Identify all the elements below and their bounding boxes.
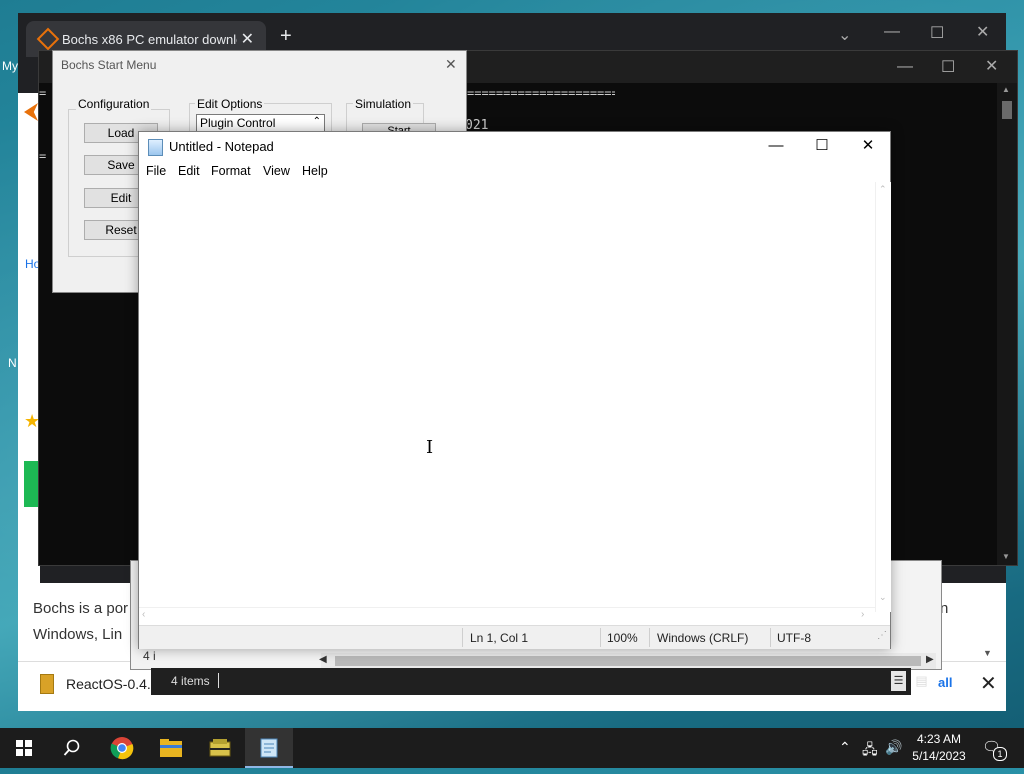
vscroll-up-icon[interactable]: ⌃	[879, 184, 887, 195]
explorer-items-count: 4 items	[171, 674, 210, 688]
notepad-window: Untitled - Notepad — ☐ ✕ File Edit Forma…	[138, 131, 891, 649]
hscroll-thumb[interactable]	[335, 656, 921, 666]
status-separator	[770, 628, 771, 647]
clock-time: 4:23 AM	[916, 732, 962, 746]
status-separator	[462, 628, 463, 647]
browser-maximize-button[interactable]: ☐	[930, 23, 944, 43]
page-paragraph-line2: Windows, Lin	[33, 626, 123, 643]
hscroll-left-icon[interactable]: ◀	[319, 654, 327, 665]
explorer-left-fragment: 4 i	[143, 649, 156, 663]
resize-grip-icon[interactable]: ⋰	[877, 630, 887, 641]
explorer-statusbar: 4 items ☰ ▤	[151, 668, 928, 695]
notification-badge: 1	[993, 747, 1007, 761]
menu-edit[interactable]: Edit	[178, 164, 200, 178]
vscroll-down-icon[interactable]: ⌄	[879, 592, 887, 603]
browser-minimize-icon[interactable]: ⌄	[838, 25, 851, 45]
console-sep-left-1: =	[39, 86, 47, 100]
menu-view[interactable]: View	[263, 164, 290, 178]
notepad-text-area[interactable]	[139, 182, 875, 614]
menu-help[interactable]: Help	[302, 164, 328, 178]
menu-format[interactable]: Format	[211, 164, 251, 178]
notepad-title: Untitled - Notepad	[169, 139, 274, 154]
bochs-title: Bochs Start Menu	[61, 58, 157, 72]
configuration-label: Configuration	[76, 97, 152, 111]
taskbar-clock[interactable]: 4:23 AM 5/14/2023	[905, 731, 973, 765]
notepad-hscroll-left-icon[interactable]: ‹	[142, 609, 145, 620]
tab-title: Bochs x86 PC emulator download	[62, 32, 237, 47]
text-cursor	[218, 673, 219, 688]
console-minimize-button[interactable]: —	[897, 58, 913, 76]
windows-start-icon[interactable]	[0, 728, 48, 768]
notepad-statusbar: Ln 1, Col 1 100% Windows (CRLF) UTF-8 ⋰	[139, 625, 890, 649]
listbox-scroll-up-icon[interactable]: ⌃	[313, 116, 321, 127]
file-explorer-icon[interactable]	[147, 728, 195, 768]
details-view-icon[interactable]: ☰	[891, 671, 906, 691]
show-all-link[interactable]: all	[938, 675, 952, 690]
console-scrollbar[interactable]: ▲ ▼	[997, 83, 1017, 565]
menu-file[interactable]: File	[146, 164, 166, 178]
page-left-strip	[18, 93, 40, 583]
notepad-hscrollbar[interactable]: ‹ ›	[139, 607, 875, 624]
simulation-label: Simulation	[353, 97, 414, 111]
status-separator	[649, 628, 650, 647]
console-scroll-down-icon[interactable]: ▼	[1002, 552, 1010, 561]
clock-date: 5/14/2023	[912, 749, 966, 763]
notepad-close-button[interactable]: ✕	[845, 136, 891, 154]
search-icon[interactable]	[48, 728, 96, 768]
download-green-button[interactable]	[24, 461, 38, 507]
download-bar-close-icon[interactable]: ✕	[980, 671, 997, 696]
status-line-ending: Windows (CRLF)	[657, 631, 749, 645]
network-icon[interactable]: 🖧	[862, 739, 878, 763]
console-maximize-button[interactable]: ☐	[941, 57, 955, 77]
bochs-close-icon[interactable]: ✕	[445, 56, 457, 73]
status-position: Ln 1, Col 1	[470, 631, 529, 645]
notepad-icon	[148, 139, 163, 156]
taskbar: ⌃ 🖧 🔊 4:23 AM 5/14/2023 🗨 1	[0, 728, 1024, 768]
hscroll-right-icon[interactable]: ▶	[926, 654, 934, 665]
page-paragraph-line1: Bochs is a por	[33, 600, 129, 617]
notepad-hscroll-right-icon[interactable]: ›	[861, 609, 864, 620]
zip-file-icon	[40, 674, 54, 694]
console-scroll-up-icon[interactable]: ▲	[1002, 85, 1010, 94]
console-close-button[interactable]: ✕	[985, 56, 998, 76]
bochs-favicon-icon	[36, 27, 60, 51]
tiles-view-icon[interactable]: ▤	[914, 671, 929, 691]
notepad-minimize-button[interactable]: —	[753, 137, 799, 154]
desktop-icon-label-2[interactable]: N	[8, 356, 17, 370]
tab-close-icon[interactable]: ✕	[241, 29, 254, 49]
edit-options-label: Edit Options	[195, 97, 265, 111]
volume-icon[interactable]: 🔊	[885, 739, 902, 756]
console-scroll-thumb[interactable]	[1002, 101, 1012, 119]
status-separator	[600, 628, 601, 647]
status-encoding: UTF-8	[777, 631, 811, 645]
listbox-selected-item[interactable]: Plugin Control	[200, 116, 275, 130]
new-tab-button[interactable]: +	[280, 25, 292, 48]
console-sep-left-2: =	[39, 149, 47, 163]
explorer-hscrollbar[interactable]: ◀ ▶	[319, 653, 936, 669]
browser-min-button[interactable]: —	[884, 23, 900, 41]
status-zoom: 100%	[607, 631, 638, 645]
show-hidden-icons-icon[interactable]: ⌃	[839, 739, 851, 756]
ibeam-cursor-icon: I	[426, 437, 434, 458]
browser-close-button[interactable]: ✕	[976, 22, 989, 42]
notepad-taskbar-icon[interactable]	[245, 728, 293, 768]
notepad-vscrollbar[interactable]: ⌃ ⌄	[875, 182, 891, 612]
console-separator: ========================================…	[467, 86, 615, 100]
page-scroll-down-icon[interactable]: ▼	[983, 648, 992, 658]
desktop-icon-label[interactable]: My	[2, 59, 18, 73]
notepad-menubar: File Edit Format View Help	[139, 162, 890, 182]
notepad-maximize-button[interactable]: ☐	[799, 136, 845, 154]
bochs-app-icon[interactable]	[196, 728, 244, 768]
chrome-icon[interactable]	[98, 728, 146, 768]
